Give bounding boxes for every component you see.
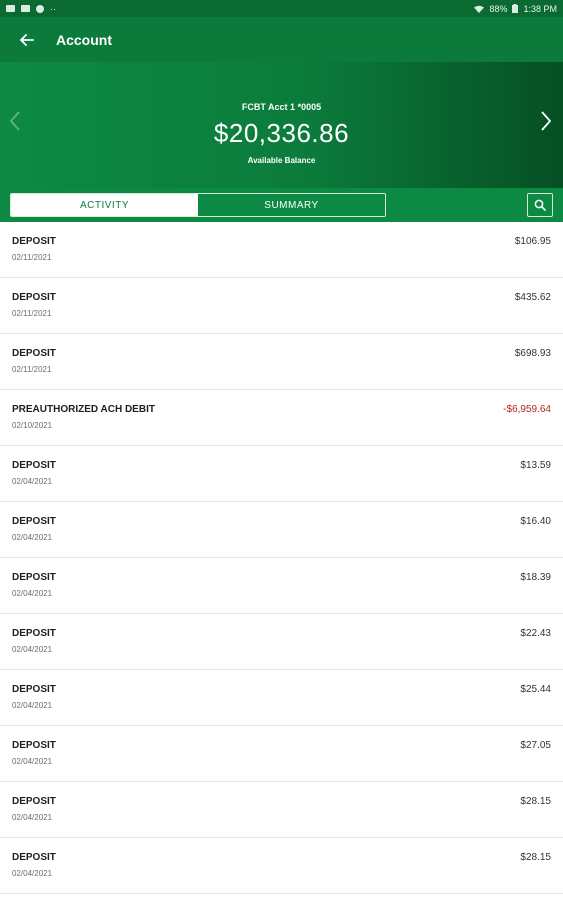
chevron-right-icon: [541, 111, 552, 131]
transaction-description: DEPOSIT: [12, 348, 56, 359]
cloud-icon: [21, 5, 30, 12]
transaction-row[interactable]: DEPOSIT 02/11/2021 $698.93: [0, 334, 563, 390]
search-icon: [534, 199, 546, 211]
transaction-date: 02/11/2021: [12, 309, 52, 318]
more-dots-icon: ··: [50, 3, 56, 14]
transaction-amount: $22.43: [520, 628, 551, 639]
transaction-amount: $106.95: [514, 236, 551, 247]
transaction-row[interactable]: PREAUTHORIZED ACH DEBIT 02/10/2021 -$6,9…: [0, 390, 563, 446]
transaction-amount: $25.44: [520, 684, 551, 695]
transaction-date: 02/04/2021: [12, 589, 53, 598]
battery-icon: [512, 4, 519, 13]
transaction-date: 02/04/2021: [12, 701, 53, 710]
back-arrow-icon: [20, 33, 34, 46]
tab-summary[interactable]: SUMMARY: [198, 194, 385, 216]
transaction-description: DEPOSIT: [12, 292, 56, 303]
gallery-icon: [6, 5, 15, 12]
transaction-row[interactable]: DEPOSIT 02/04/2021 $25.44: [0, 670, 563, 726]
transaction-amount: -$6,959.64: [503, 404, 551, 415]
transaction-row[interactable]: DEPOSIT 02/04/2021 $28.15: [0, 838, 563, 894]
status-bar: ·· 88% 1:38 PM: [0, 0, 563, 17]
transaction-date: 02/04/2021: [12, 477, 53, 486]
transaction-row[interactable]: DEPOSIT 02/04/2021 $22.43: [0, 614, 563, 670]
back-button[interactable]: [16, 29, 38, 51]
tab-activity[interactable]: ACTIVITY: [11, 194, 198, 216]
clock: 1:38 PM: [523, 3, 557, 14]
transaction-row[interactable]: DEPOSIT 02/11/2021 $435.62: [0, 278, 563, 334]
page-title: Account: [56, 31, 112, 48]
transaction-description: PREAUTHORIZED ACH DEBIT: [12, 404, 155, 415]
wifi-icon: [474, 5, 485, 13]
account-header: FCBT Acct 1 *0005 $20,336.86 Available B…: [0, 62, 563, 188]
transaction-row[interactable]: DEPOSIT 02/04/2021 $18.39: [0, 558, 563, 614]
balance-label: Available Balance: [247, 156, 316, 165]
transaction-amount: $28.15: [520, 796, 551, 807]
next-account-button[interactable]: [535, 109, 555, 133]
account-name: FCBT Acct 1 *0005: [241, 102, 322, 112]
battery-percent: 88%: [489, 3, 508, 14]
transaction-date: 02/04/2021: [12, 869, 53, 878]
transaction-description: DEPOSIT: [12, 236, 56, 247]
transaction-date: 02/04/2021: [12, 533, 53, 542]
transaction-amount: $698.93: [514, 348, 551, 359]
transaction-amount: $16.40: [520, 516, 551, 527]
transaction-description: DEPOSIT: [12, 740, 56, 751]
transaction-description: DEPOSIT: [12, 516, 56, 527]
tab-bar: ACTIVITY SUMMARY: [0, 188, 563, 222]
transaction-row[interactable]: DEPOSIT 02/04/2021 $16.40: [0, 502, 563, 558]
account-balance: $20,336.86: [213, 118, 350, 148]
transaction-amount: $13.59: [520, 460, 551, 471]
transaction-amount: $435.62: [514, 292, 551, 303]
transaction-amount: $18.39: [520, 572, 551, 583]
transaction-amount: $27.05: [520, 740, 551, 751]
transaction-date: 02/04/2021: [12, 813, 53, 822]
app-bar: Account: [0, 17, 563, 62]
transaction-row[interactable]: DEPOSIT 02/11/2021 $106.95: [0, 222, 563, 278]
transaction-description: DEPOSIT: [12, 684, 56, 695]
transaction-date: 02/11/2021: [12, 365, 52, 374]
transaction-row[interactable]: DEPOSIT 02/04/2021 $27.05: [0, 726, 563, 782]
transaction-description: DEPOSIT: [12, 460, 56, 471]
transaction-description: DEPOSIT: [12, 852, 56, 863]
transaction-date: 02/10/2021: [12, 421, 53, 430]
transaction-list: DEPOSIT 02/11/2021 $106.95 DEPOSIT 02/11…: [0, 222, 563, 894]
tab-group: ACTIVITY SUMMARY: [10, 193, 386, 217]
transaction-amount: $28.15: [520, 852, 551, 863]
transaction-description: DEPOSIT: [12, 572, 56, 583]
transaction-date: 02/04/2021: [12, 645, 53, 654]
transaction-row[interactable]: DEPOSIT 02/04/2021 $28.15: [0, 782, 563, 838]
sync-icon: [36, 4, 44, 13]
transaction-date: 02/04/2021: [12, 757, 53, 766]
transaction-description: DEPOSIT: [12, 796, 56, 807]
transaction-date: 02/11/2021: [12, 253, 52, 262]
transaction-row[interactable]: DEPOSIT 02/04/2021 $13.59: [0, 446, 563, 502]
search-button[interactable]: [527, 193, 553, 217]
transaction-description: DEPOSIT: [12, 628, 56, 639]
